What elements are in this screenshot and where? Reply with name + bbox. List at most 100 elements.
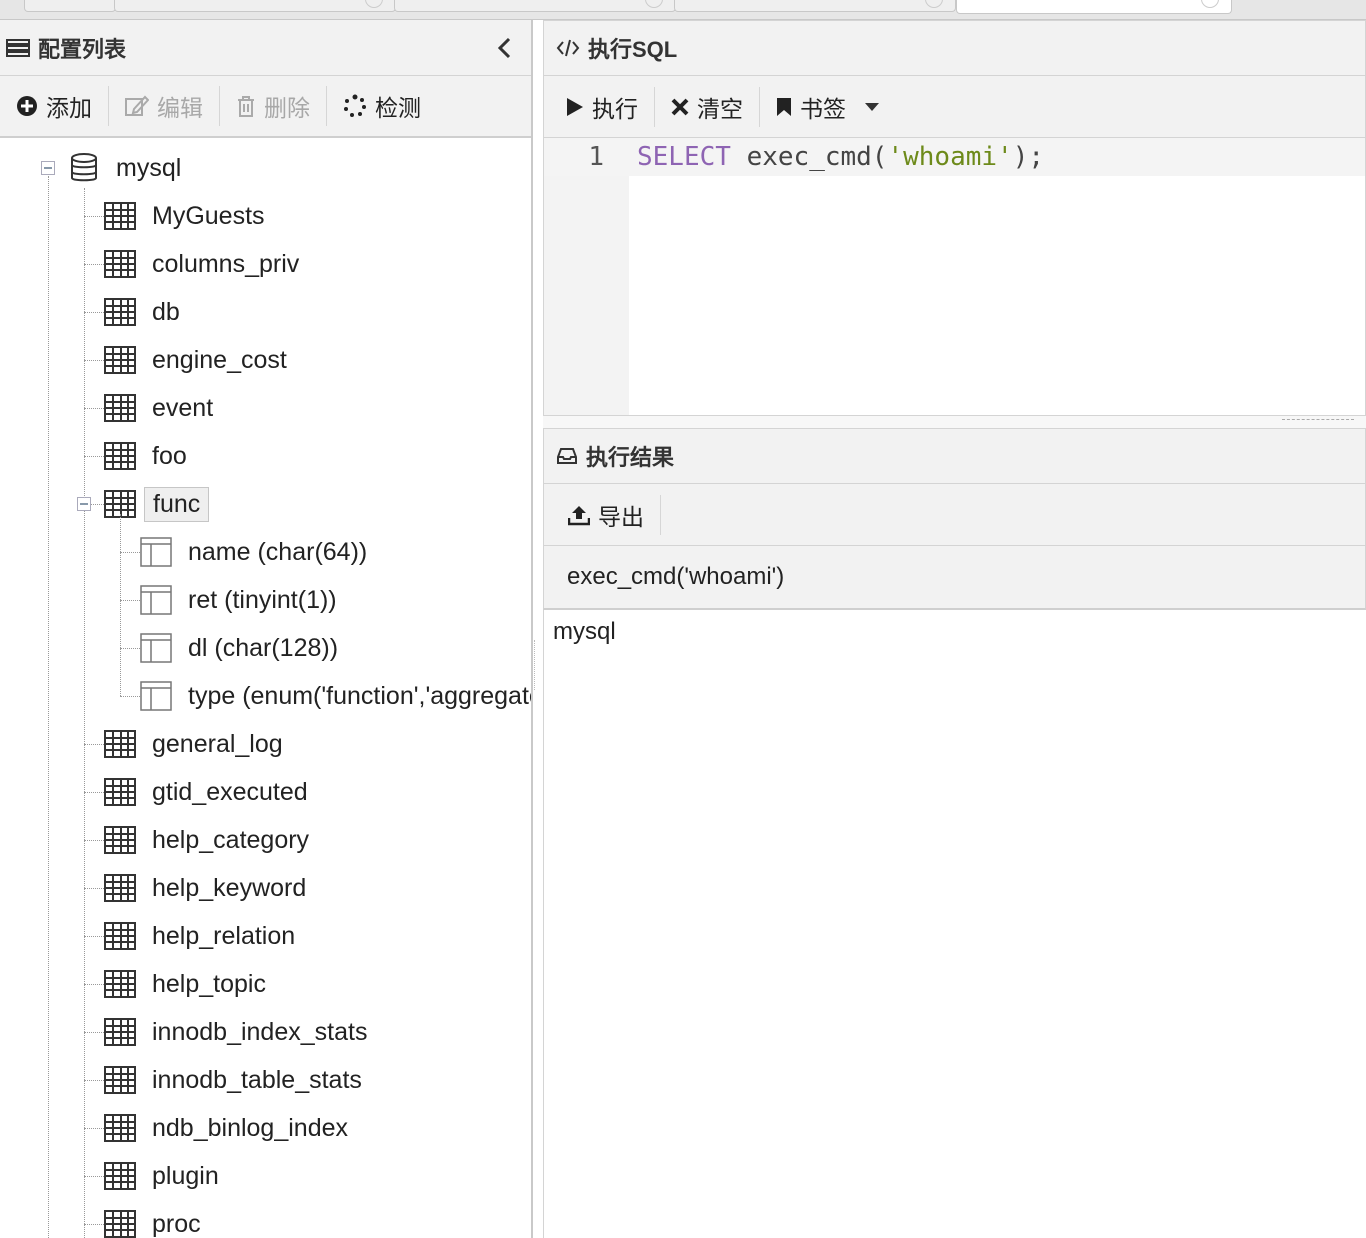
tree-guide xyxy=(84,456,104,457)
result-grid-body: mysql xyxy=(543,610,1366,1238)
tree-node-table[interactable]: gtid_executed xyxy=(104,772,316,812)
play-icon xyxy=(566,97,584,117)
sql-editor[interactable]: 1 SELECT exec_cmd('whoami'); xyxy=(543,138,1366,416)
tab-close-icon[interactable] xyxy=(1201,0,1219,8)
tree-node-table[interactable]: help_topic xyxy=(104,964,274,1004)
tree-node-table[interactable]: help_relation xyxy=(104,916,303,956)
close-icon xyxy=(671,98,689,116)
detect-button-label: 检测 xyxy=(375,95,421,121)
tree-node-column[interactable]: dl (char(128)) xyxy=(140,628,346,668)
tab-strip xyxy=(0,0,1366,20)
tree-guide xyxy=(84,792,104,793)
tree-node-table[interactable]: innodb_table_stats xyxy=(104,1060,370,1100)
add-button[interactable]: 添加 xyxy=(0,86,108,126)
bookmark-button[interactable]: 书签 xyxy=(760,87,896,127)
caret-down-icon[interactable] xyxy=(864,102,880,112)
tree-node-label: help_category xyxy=(152,825,310,854)
tree-node-label: gtid_executed xyxy=(152,777,308,806)
tree-guide xyxy=(120,600,140,601)
sql-panel-header: 执行SQL xyxy=(543,20,1366,76)
code-icon xyxy=(556,38,580,58)
table-icon xyxy=(104,298,136,326)
tree-node-column[interactable]: type (enum('function','aggregate')) xyxy=(140,676,531,716)
tree-node-label: innodb_index_stats xyxy=(152,1017,368,1046)
tree-node-table[interactable]: innodb_index_stats xyxy=(104,1012,375,1052)
right-area: 执行SQL 执行 清空 书签 1 SELECT exec_cmd('whoami… xyxy=(543,20,1366,1238)
edit-button[interactable]: 编辑 xyxy=(109,86,219,126)
result-toolbar: 导出 xyxy=(543,484,1366,546)
panel-resize-handle[interactable] xyxy=(534,640,539,690)
result-panel: 执行结果 导出 exec_cmd('whoami') mysql xyxy=(543,428,1366,1238)
result-panel-title: 执行结果 xyxy=(586,445,675,470)
tree-guide xyxy=(120,696,140,697)
tree-node-label: db xyxy=(152,297,180,326)
tree-node-table[interactable]: MyGuests xyxy=(104,196,273,236)
tab-close-icon[interactable] xyxy=(925,0,943,8)
tree-node-column[interactable]: ret (tinyint(1)) xyxy=(140,580,345,620)
tree-node-label: foo xyxy=(152,441,187,470)
result-column-header[interactable]: exec_cmd('whoami') xyxy=(543,546,1366,610)
table-icon xyxy=(104,250,136,278)
table-icon xyxy=(104,970,136,998)
tree-node-label: ndb_binlog_index xyxy=(152,1113,349,1142)
tree-node-column[interactable]: name (char(64)) xyxy=(140,532,375,572)
config-list-panel: 配置列表 添加 编辑 删除 检测 mysql MyGuests columns_pr… xyxy=(0,20,533,1238)
sql-tail: ); xyxy=(1012,142,1045,172)
tree-node-table[interactable]: help_keyword xyxy=(104,868,314,908)
tree-node-table[interactable]: event xyxy=(104,388,221,428)
tree-node-label: mysql xyxy=(116,153,182,182)
tree-node-label: help_relation xyxy=(152,921,296,950)
vertical-splitter[interactable] xyxy=(543,416,1366,428)
run-button-label: 执行 xyxy=(592,95,638,122)
tree-guide xyxy=(84,1224,104,1225)
table-icon xyxy=(104,874,136,902)
clear-button[interactable]: 清空 xyxy=(655,87,759,127)
tab-2[interactable] xyxy=(114,0,396,12)
tree-guide xyxy=(84,312,104,313)
spinner-icon xyxy=(343,94,367,118)
tree-node-table[interactable]: plugin xyxy=(104,1156,227,1196)
delete-button-label: 删除 xyxy=(264,95,310,121)
tab-1[interactable] xyxy=(24,0,116,12)
tree-node-label: MyGuests xyxy=(152,201,265,230)
table-icon xyxy=(104,1114,136,1142)
result-cell[interactable]: mysql xyxy=(553,618,616,646)
splitter-grip[interactable] xyxy=(1282,419,1354,420)
tree-node-table[interactable]: help_category xyxy=(104,820,317,860)
tree-guide xyxy=(84,1176,104,1177)
plus-circle-icon xyxy=(16,95,38,117)
tab-4[interactable] xyxy=(674,0,956,12)
detect-button[interactable]: 检测 xyxy=(327,86,437,126)
column-icon xyxy=(140,585,172,615)
tree-node-table[interactable]: foo xyxy=(104,436,195,476)
tree-node-table[interactable]: general_log xyxy=(104,724,291,764)
editor-gutter xyxy=(544,138,629,415)
code-line[interactable]: SELECT exec_cmd('whoami'); xyxy=(637,138,1044,176)
result-panel-header: 执行结果 xyxy=(543,428,1366,484)
table-icon xyxy=(104,730,136,758)
tree-node-table[interactable]: engine_cost xyxy=(104,340,295,380)
collapse-root-icon[interactable] xyxy=(41,161,55,175)
run-button[interactable]: 执行 xyxy=(544,87,654,127)
tree-node-label: general_log xyxy=(152,729,283,758)
tab-close-icon[interactable] xyxy=(645,0,663,8)
tab-5-active[interactable] xyxy=(956,0,1232,14)
tree-node-table[interactable]: proc xyxy=(104,1204,209,1238)
tab-close-icon[interactable] xyxy=(365,0,383,8)
tree-guide xyxy=(84,1128,104,1129)
trash-icon xyxy=(236,95,256,117)
column-icon xyxy=(140,681,172,711)
toolbar-divider xyxy=(660,494,661,535)
tree-node-table[interactable]: db xyxy=(104,292,188,332)
tree-node-table[interactable]: columns_priv xyxy=(104,244,307,284)
chevron-left-icon[interactable] xyxy=(495,36,515,60)
export-button-label: 导出 xyxy=(598,503,644,530)
export-button[interactable]: 导出 xyxy=(544,495,660,535)
tab-3[interactable] xyxy=(394,0,676,12)
delete-button[interactable]: 删除 xyxy=(220,86,326,126)
collapse-func-icon[interactable] xyxy=(77,497,91,511)
tree-guide xyxy=(48,176,49,1238)
tree-node-root[interactable]: mysql xyxy=(70,148,189,188)
sql-function: exec_cmd( xyxy=(730,142,888,172)
tree-node-table[interactable]: ndb_binlog_index xyxy=(104,1108,356,1148)
